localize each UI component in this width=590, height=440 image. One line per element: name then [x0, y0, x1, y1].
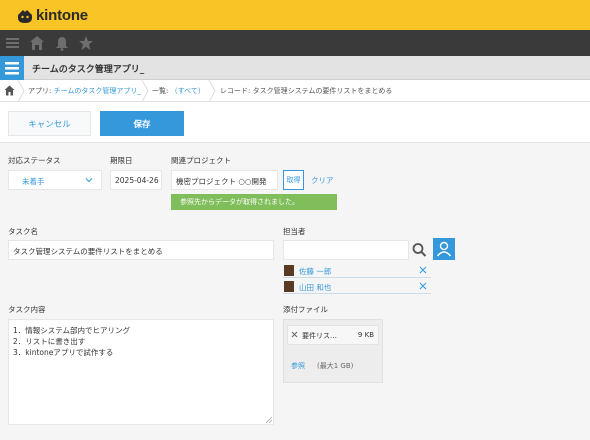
menu-icon[interactable] [5, 35, 21, 51]
breadcrumb-separator-icon [17, 80, 25, 102]
kintone-logo[interactable]: kintone [16, 7, 88, 24]
project-lookup-field[interactable]: 機密プロジェクト ○○開発 [171, 170, 278, 190]
resize-handle-icon[interactable] [266, 417, 272, 423]
task-content-line: 1．情報システム部内でヒアリング [13, 326, 131, 335]
assignee-member: 佐藤 一郎 [283, 264, 431, 278]
app-title-bar: チームのタスク管理アプリ_ [0, 56, 590, 80]
user-picker-button[interactable] [433, 238, 455, 260]
member-name[interactable]: 山田 和也 [299, 282, 331, 293]
attached-file: 要件リス… 9 KB [287, 325, 379, 345]
task-name-label: タスク名 [8, 227, 38, 236]
breadcrumb-separator-icon [208, 80, 216, 102]
status-dropdown[interactable]: 未着手 [8, 170, 102, 190]
breadcrumb-app-link[interactable]: チームのタスク管理アプリ_ [54, 87, 141, 95]
chevron-down-icon [85, 178, 93, 183]
cancel-button[interactable]: キャンセル [8, 111, 91, 136]
breadcrumb-view[interactable]: 一覧: （すべて） [152, 86, 205, 96]
app-list-icon[interactable] [0, 56, 24, 80]
assignee-member: 山田 和也 [283, 280, 431, 294]
lookup-success-notice: 参照先からデータが取得されました。 [171, 194, 337, 210]
list-icon [5, 62, 19, 75]
due-date-value: 2025-04-26 [115, 176, 159, 185]
breadcrumb-app[interactable]: アプリ: チームのタスク管理アプリ_ [28, 86, 141, 96]
file-name[interactable]: 要件リス… [302, 331, 337, 341]
star-icon[interactable] [78, 35, 94, 51]
app-title: チームのタスク管理アプリ_ [32, 65, 145, 75]
attachment-dropzone[interactable]: 要件リス… 9 KB 参照 (最大1 GB) [283, 319, 383, 383]
breadcrumb-record: レコード: タスク管理システムの要件リストをまとめる [220, 87, 393, 95]
top-header: kintone [0, 0, 590, 30]
breadcrumb-separator-icon [141, 80, 149, 102]
due-date-field[interactable]: 2025-04-26 [110, 170, 162, 190]
bell-icon[interactable] [54, 35, 70, 51]
breadcrumb-app-prefix: アプリ: [28, 87, 54, 95]
clear-link[interactable]: クリア [311, 175, 334, 186]
task-name-value: タスク管理システムの要件リストをまとめる [13, 247, 163, 256]
home-icon[interactable] [4, 85, 15, 96]
status-value: 未着手 [22, 177, 45, 186]
remove-member-icon[interactable] [419, 266, 427, 274]
task-content-line: 2．リストに書き出す [13, 337, 86, 346]
assignee-label: 担当者 [283, 227, 306, 236]
kintone-logo-icon [18, 9, 32, 23]
file-size: 9 KB [357, 331, 374, 339]
home-icon[interactable] [29, 35, 45, 51]
status-label: 対応ステータス [8, 156, 61, 165]
task-content-textarea[interactable]: 1．情報システム部内でヒアリング 2．リストに書き出す 3．kintoneアプリ… [8, 319, 274, 425]
max-size-note: (最大1 GB) [317, 362, 354, 370]
browse-link[interactable]: 参照 [291, 361, 305, 371]
global-navbar [0, 30, 590, 56]
avatar [284, 281, 294, 292]
breadcrumb-view-link[interactable]: （すべて） [171, 87, 205, 95]
due-date-label: 期限日 [110, 156, 133, 165]
member-name[interactable]: 佐藤 一郎 [299, 266, 331, 277]
remove-member-icon[interactable] [419, 282, 427, 290]
task-content-label: タスク内容 [8, 305, 46, 314]
breadcrumb: アプリ: チームのタスク管理アプリ_ 一覧: （すべて） レコード: タスク管理… [0, 80, 590, 102]
user-icon [436, 241, 452, 257]
avatar [284, 265, 294, 276]
project-label: 関連プロジェクト [171, 156, 231, 165]
logo-text: kintone [36, 7, 88, 24]
search-icon[interactable] [409, 240, 430, 260]
fetch-button[interactable]: 取得 [283, 170, 304, 190]
attachment-label: 添付ファイル [283, 305, 328, 314]
remove-file-icon[interactable] [291, 331, 298, 338]
task-content-line: 3．kintoneアプリで試作する [13, 348, 114, 357]
action-bar: キャンセル 保存 [0, 102, 590, 143]
assignee-search-input[interactable] [283, 240, 409, 260]
task-name-field[interactable]: タスク管理システムの要件リストをまとめる [8, 240, 274, 260]
breadcrumb-view-prefix: 一覧: [152, 87, 171, 95]
save-button[interactable]: 保存 [100, 111, 184, 136]
project-value: 機密プロジェクト ○○開発 [176, 177, 267, 186]
